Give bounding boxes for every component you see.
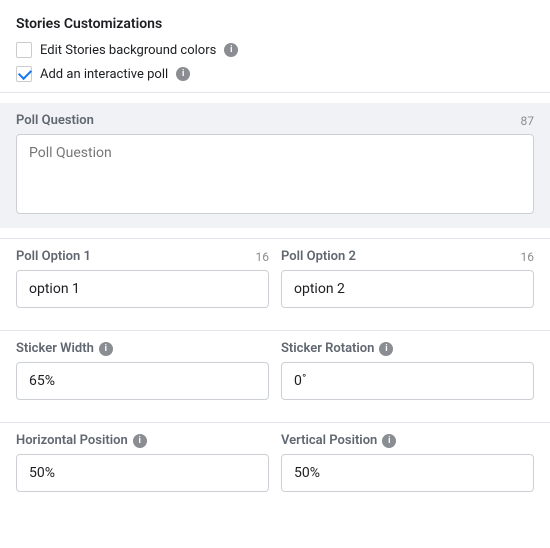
poll-option2-count: 16 [521,250,535,264]
poll-option1-label: Poll Option 1 [16,249,91,264]
sticker-rotation-section: Sticker Rotation i [281,341,534,400]
poll-question-input[interactable] [16,134,534,214]
vertical-position-section: Vertical Position i [281,433,534,492]
horizontal-position-input[interactable] [16,454,269,492]
poll-question-label: Poll Question [16,113,94,128]
poll-option2-section: Poll Option 2 16 [281,249,534,308]
interactive-poll-info-icon[interactable]: i [176,67,190,81]
divider2 [0,238,550,239]
position-row: Horizontal Position i Vertical Position … [16,433,534,504]
divider3 [0,330,550,331]
vertical-position-info-icon[interactable]: i [382,434,396,448]
poll-question-section: Poll Question 87 [0,103,550,228]
poll-option1-section: Poll Option 1 16 [16,249,269,308]
sticker-width-section: Sticker Width i [16,341,269,400]
sticker-rotation-input[interactable] [281,362,534,400]
poll-option1-count: 16 [256,250,270,264]
edit-background-info-icon[interactable]: i [224,43,238,57]
sticker-width-input[interactable] [16,362,269,400]
section-title: Stories Customizations [16,16,534,32]
edit-background-checkbox[interactable] [16,42,32,58]
sticker-row: Sticker Width i Sticker Rotation i [16,341,534,412]
edit-background-label: Edit Stories background colors [40,43,216,58]
sticker-rotation-info-icon[interactable]: i [379,342,393,356]
poll-option1-input[interactable] [16,270,269,308]
horizontal-position-label: Horizontal Position i [16,433,147,448]
sticker-width-label: Sticker Width i [16,341,113,356]
poll-question-count: 87 [521,114,535,128]
horizontal-position-info-icon[interactable]: i [133,434,147,448]
poll-options-row: Poll Option 1 16 Poll Option 2 16 [16,249,534,320]
vertical-position-label: Vertical Position i [281,433,396,448]
poll-option2-input[interactable] [281,270,534,308]
divider [0,92,550,93]
sticker-width-info-icon[interactable]: i [99,342,113,356]
interactive-poll-label: Add an interactive poll [40,67,168,82]
horizontal-position-section: Horizontal Position i [16,433,269,492]
interactive-poll-checkbox[interactable] [16,66,32,82]
divider4 [0,422,550,423]
vertical-position-input[interactable] [281,454,534,492]
poll-option2-label: Poll Option 2 [281,249,356,264]
page-container: Stories Customizations Edit Stories back… [16,16,534,504]
sticker-rotation-label: Sticker Rotation i [281,341,393,356]
